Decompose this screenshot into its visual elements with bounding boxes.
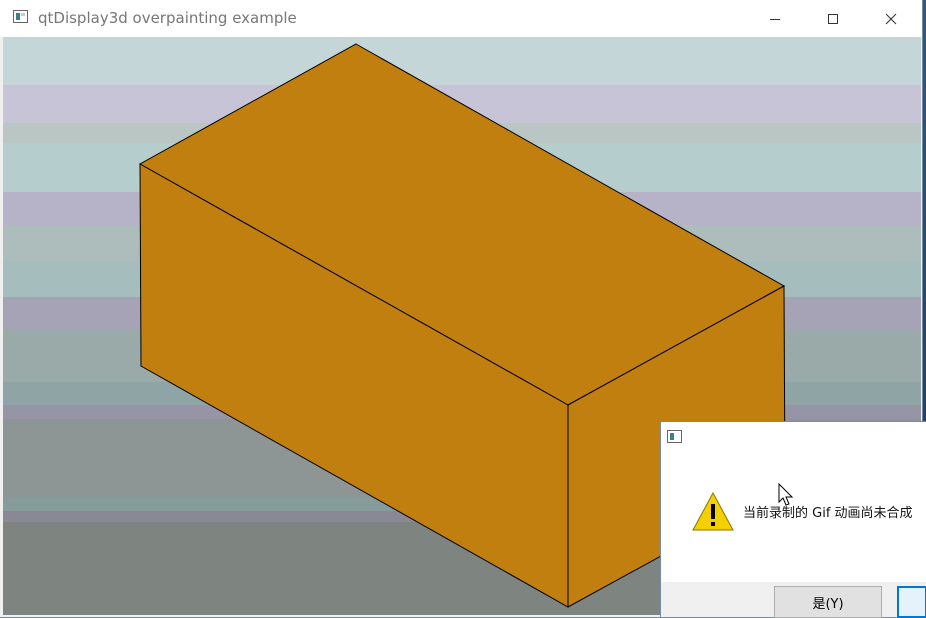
window-title: qtDisplay3d overpainting example: [38, 9, 297, 27]
dialog-titlebar[interactable]: [661, 422, 926, 452]
maximize-icon: [828, 13, 838, 24]
warning-dialog: 当前录制的 Gif 动画尚未合成 是(Y): [660, 421, 926, 618]
warning-icon: [692, 492, 734, 531]
maximize-button[interactable]: [804, 0, 862, 37]
mouse-cursor-icon: [778, 483, 794, 506]
dialog-app-icon: [667, 430, 682, 443]
dialog-message: 当前录制的 Gif 动画尚未合成: [743, 506, 913, 521]
close-button[interactable]: [862, 0, 920, 37]
window-titlebar[interactable]: qtDisplay3d overpainting example: [0, 0, 922, 37]
yes-button[interactable]: 是(Y): [774, 586, 882, 618]
dialog-body: 当前录制的 Gif 动画尚未合成: [661, 452, 926, 582]
minimize-icon: [770, 18, 780, 20]
app-window-icon: [13, 10, 28, 23]
no-button[interactable]: [897, 586, 926, 618]
close-icon: [885, 13, 897, 24]
minimize-button[interactable]: [746, 0, 804, 37]
